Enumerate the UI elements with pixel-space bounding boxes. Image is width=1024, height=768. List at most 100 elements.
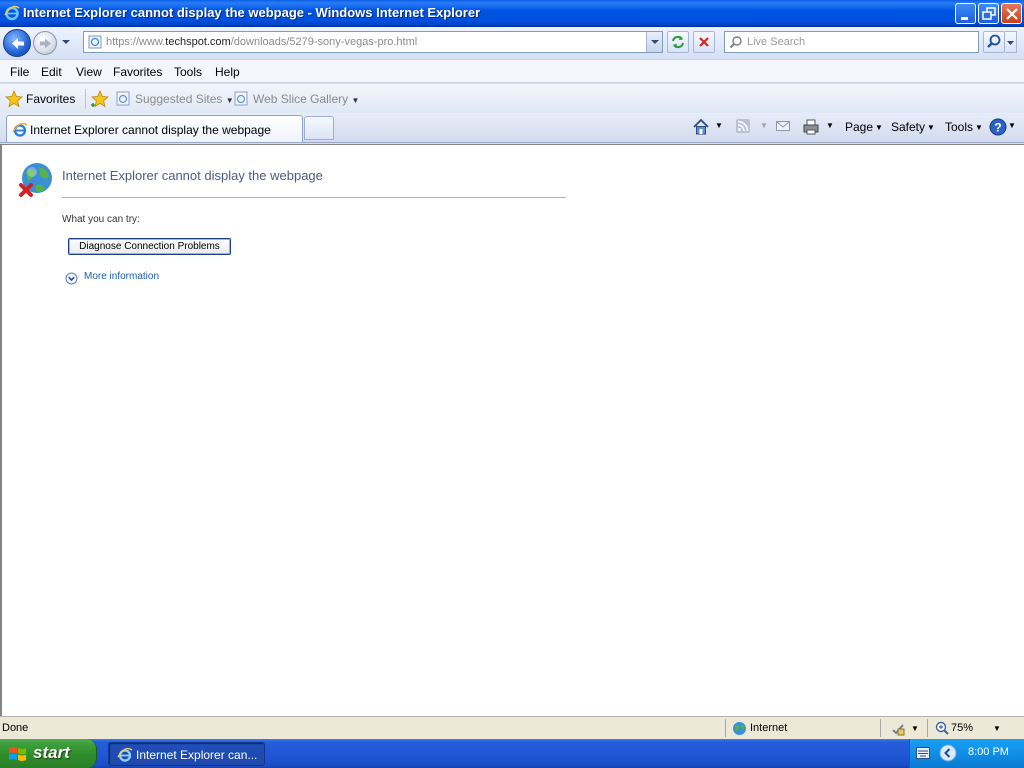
address-dropdown-button[interactable] [646,32,662,52]
page-content: Internet Explorer cannot display the web… [0,144,1024,716]
globe-error-icon [19,163,52,197]
start-button[interactable]: start [0,739,97,768]
tools-menu[interactable]: Tools ▼ [945,120,983,134]
forward-button[interactable] [33,31,57,55]
tab-label: Internet Explorer cannot display the web… [30,123,271,137]
status-bar: Done Internet ▼ 75% ▼ [0,716,1024,739]
tools-menu-label: Tools [945,120,974,134]
restore-button[interactable] [978,3,999,24]
zoom-dropdown-icon[interactable]: ▼ [993,724,1001,733]
help-dropdown-icon[interactable]: ▼ [1008,121,1016,130]
close-button[interactable] [1001,3,1022,24]
internet-zone-icon [733,722,746,735]
suggested-sites-label: Suggested Sites [135,92,223,106]
search-input[interactable]: Live Search [724,31,979,53]
expand-chevron-icon[interactable] [65,272,78,285]
taskbar-internet-explorer-button[interactable]: Internet Explorer can... [108,742,265,766]
chevron-down-icon: ▼ [351,96,360,105]
address-url: https://www.techspot.com/downloads/5279-… [106,36,418,48]
svg-text:?: ? [994,121,1001,135]
suggested-sites-link[interactable]: Suggested Sites ▼ [135,92,234,106]
page-icon [116,91,130,106]
address-bar[interactable]: https://www.techspot.com/downloads/5279-… [83,31,663,53]
refresh-button[interactable] [667,31,689,53]
add-to-favorites-bar-icon[interactable] [91,90,109,108]
home-icon[interactable] [692,118,710,136]
feeds-icon[interactable] [735,118,751,134]
divider [62,197,566,198]
print-icon[interactable] [802,118,820,136]
title-bar: Internet Explorer cannot display the web… [0,0,1024,27]
page-icon [234,91,248,106]
security-zone: Internet [750,722,788,734]
menu-favorites[interactable]: Favorites [113,65,162,79]
divider [880,719,881,737]
web-slice-gallery-link[interactable]: Web Slice Gallery ▼ [253,92,359,106]
print-dropdown-icon[interactable]: ▼ [826,121,834,130]
home-dropdown-icon[interactable]: ▼ [715,121,723,130]
menu-edit[interactable]: Edit [41,65,62,79]
clock: 8:00 PM [968,746,1009,758]
error-heading: Internet Explorer cannot display the web… [62,168,323,183]
internet-explorer-icon [4,5,20,21]
protected-mode-dropdown-icon[interactable]: ▼ [911,724,919,733]
start-label: start [33,743,70,762]
zoom-icon[interactable] [935,721,949,735]
safety-menu[interactable]: Safety ▼ [891,120,935,134]
menu-tools[interactable]: Tools [174,65,202,79]
menu-help[interactable]: Help [215,65,240,79]
keyboard-icon[interactable] [916,747,930,759]
favorites-star-icon[interactable] [5,90,23,108]
zoom-level[interactable]: 75% [951,722,973,734]
internet-explorer-icon [12,122,28,137]
tray-expand-icon[interactable] [939,744,957,762]
favorites-button[interactable]: Favorites [26,92,75,106]
menu-file[interactable]: File [10,65,29,79]
page-menu[interactable]: Page ▼ [845,120,883,134]
navigation-bar: https://www.techspot.com/downloads/5279-… [0,27,1024,59]
divider [927,719,928,737]
window-title: Internet Explorer cannot display the web… [23,5,481,20]
refresh-icon [672,35,684,49]
chevron-down-icon: ▼ [875,123,883,132]
protected-mode-icon[interactable] [890,721,906,737]
new-tab-button[interactable] [304,116,334,140]
recent-pages-dropdown-icon[interactable] [60,36,72,48]
what-you-can-try-label: What you can try: [62,214,140,225]
stop-icon [699,37,709,47]
back-button[interactable] [3,29,31,57]
tab-bar: Internet Explorer cannot display the web… [0,113,1024,143]
read-mail-icon[interactable] [775,118,791,134]
search-options-button[interactable] [1005,31,1017,53]
divider [85,89,86,109]
search-icon [987,34,1001,48]
chevron-down-icon: ▼ [927,123,935,132]
help-icon[interactable]: ? [989,118,1007,136]
search-button[interactable] [983,31,1005,53]
web-slice-gallery-label: Web Slice Gallery [253,92,349,106]
search-icon [729,36,742,49]
menu-bar: File Edit View Favorites Tools Help [0,59,1024,83]
favorites-bar: Favorites Suggested Sites ▼ Web Slice Ga… [0,84,1024,113]
page-menu-label: Page [845,120,874,134]
diagnose-connection-problems-button[interactable]: Diagnose Connection Problems [68,238,231,255]
page-icon [88,35,102,49]
minimize-button[interactable] [955,3,976,24]
more-information-link[interactable]: More information [84,271,159,282]
windows-logo-icon [9,747,26,761]
status-text: Done [2,722,29,734]
taskbar: start Internet Explorer can... 8:00 PM [0,739,1024,768]
menu-view[interactable]: View [76,65,102,79]
internet-explorer-icon [117,747,133,762]
back-arrow-icon [12,38,24,49]
stop-button[interactable] [693,31,715,53]
tab-current[interactable]: Internet Explorer cannot display the web… [6,115,303,142]
restore-icon [982,7,996,20]
search-placeholder: Live Search [747,36,806,48]
forward-arrow-icon [40,38,51,49]
taskbar-button-label: Internet Explorer can... [136,748,258,762]
feeds-dropdown-icon[interactable]: ▼ [760,121,768,130]
chevron-down-icon: ▼ [975,123,983,132]
system-tray: 8:00 PM [909,739,1024,768]
chevron-down-icon [1007,41,1014,45]
